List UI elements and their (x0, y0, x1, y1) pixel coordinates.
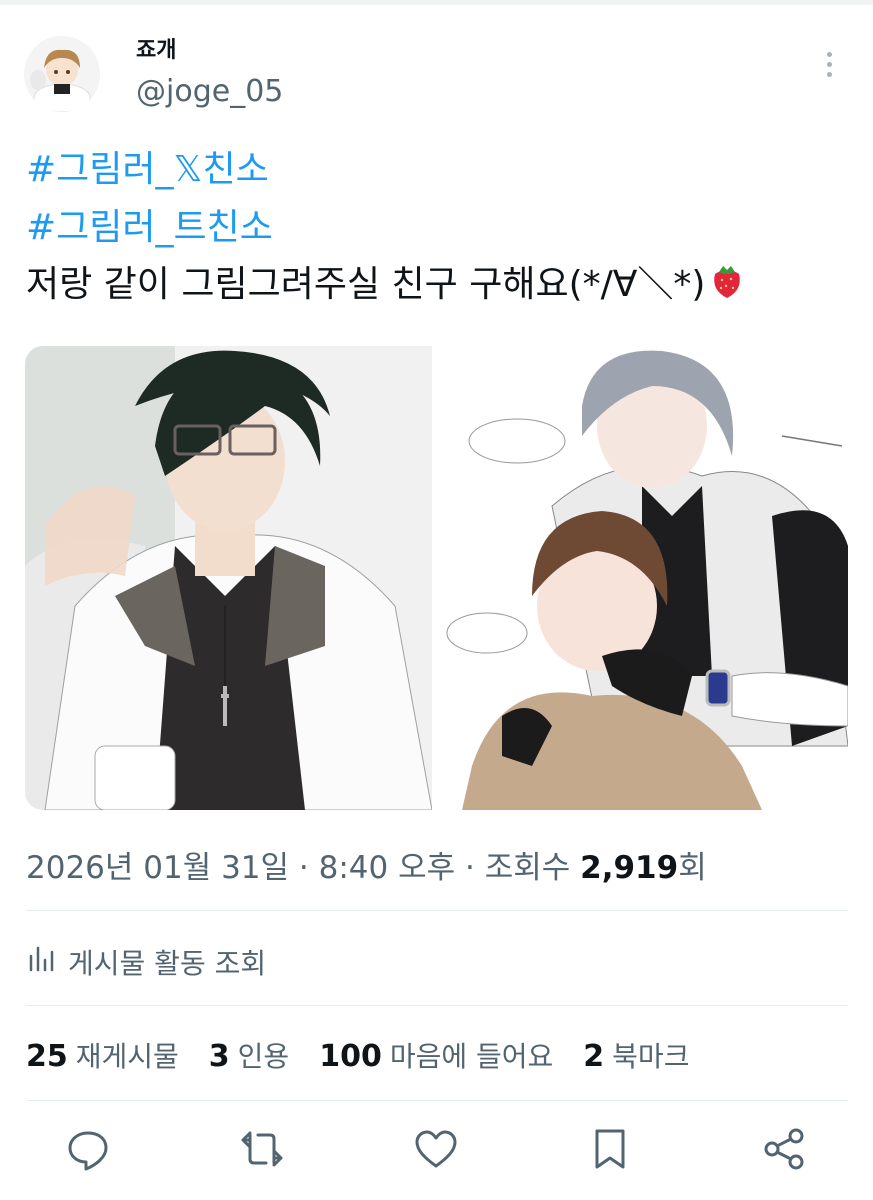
stat-likes[interactable]: 100 마음에 들어요 (319, 1035, 553, 1075)
tweet-time[interactable]: 8:40 오후 (319, 850, 456, 886)
views-count: 2,919 (580, 850, 679, 886)
stat-reposts[interactable]: 25 재게시물 (26, 1035, 179, 1075)
timestamp-separator: · (289, 850, 319, 886)
bar-chart-icon (26, 944, 56, 981)
hashtag-link-1[interactable]: #그림러_𝕏친소 (26, 140, 269, 192)
strawberry-emoji-icon (709, 260, 745, 309)
more-icon[interactable] (820, 50, 840, 80)
stat-quotes[interactable]: 3 인용 (209, 1035, 289, 1075)
media-grid (25, 346, 848, 810)
display-name[interactable]: 죠개 (136, 32, 176, 64)
post-activity-label: 게시물 활동 조회 (68, 947, 267, 980)
top-divider (0, 0, 873, 5)
media-image-2[interactable] (441, 346, 848, 810)
handle[interactable]: @joge_05 (136, 74, 283, 109)
retweet-icon[interactable] (238, 1125, 286, 1173)
divider (26, 1005, 848, 1006)
tweet-text-body: 저랑 같이 그림그려주실 친구 구해요(*/∀＼*) (26, 264, 706, 305)
tweet-detail: 죠개 @joge_05 #그림러_𝕏친소 #그림러_트친소 저랑 같이 그림그려… (0, 0, 873, 1200)
stat-bookmarks[interactable]: 2 북마크 (583, 1035, 689, 1075)
views-label: 조회수 (484, 850, 581, 886)
post-activity-link[interactable]: 게시물 활동 조회 (26, 942, 266, 982)
like-icon[interactable] (412, 1125, 460, 1173)
views-suffix: 회 (678, 850, 707, 886)
reply-icon[interactable] (64, 1125, 112, 1173)
timestamp-row: 2026년 01월 31일 · 8:40 오후 · 조회수 2,919회 (26, 842, 707, 887)
divider (26, 910, 848, 911)
action-bar (0, 1125, 873, 1181)
share-icon[interactable] (760, 1125, 808, 1173)
divider (26, 1100, 848, 1101)
timestamp-separator: · (455, 850, 485, 886)
tweet-text: 저랑 같이 그림그려주실 친구 구해요(*/∀＼*) (26, 255, 745, 309)
avatar[interactable] (24, 36, 100, 112)
media-image-1[interactable] (25, 346, 432, 810)
hashtag-link-2[interactable]: #그림러_트친소 (26, 198, 273, 250)
engagement-stats: 25 재게시물 3 인용 100 마음에 들어요 2 북마크 (26, 1035, 689, 1075)
tweet-date[interactable]: 2026년 01월 31일 (26, 850, 289, 886)
bookmark-icon[interactable] (586, 1125, 634, 1173)
